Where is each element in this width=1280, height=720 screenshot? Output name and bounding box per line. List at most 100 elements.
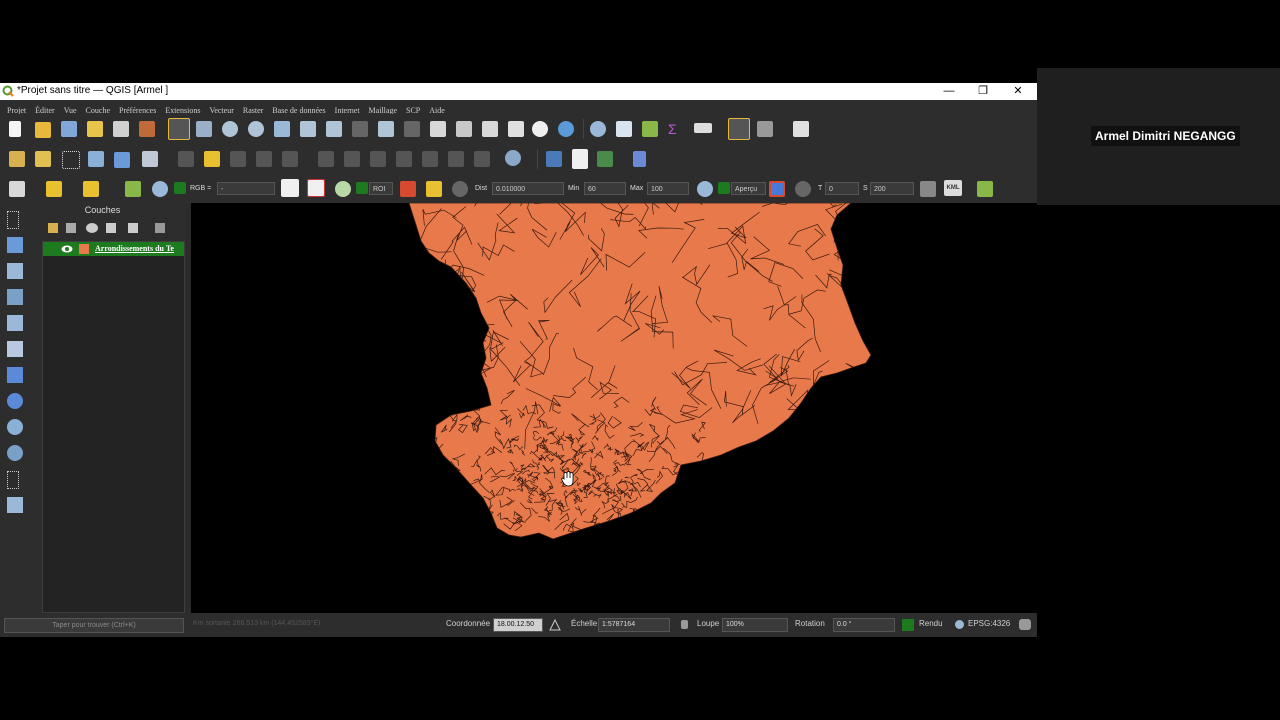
new-project-icon[interactable] [9, 121, 21, 137]
dist-field[interactable]: 0.010000 [492, 182, 564, 195]
digitize-icon[interactable] [62, 151, 80, 169]
add-postgis-icon[interactable] [7, 367, 23, 383]
visibility-eye-icon[interactable] [61, 245, 73, 253]
statistics-icon[interactable]: Σ [668, 121, 684, 137]
minimize-button[interactable]: — [932, 83, 966, 100]
open-project-icon[interactable] [35, 122, 51, 138]
magnifier-field[interactable]: 100% [722, 618, 788, 632]
add-delimited-text-icon[interactable] [7, 289, 23, 305]
split-icon[interactable] [370, 151, 386, 167]
paste-features-icon[interactable] [282, 151, 298, 167]
scp-rgb-toggle-icon[interactable] [174, 182, 186, 194]
new-bookmark-icon[interactable] [482, 121, 498, 137]
close-button[interactable]: ✕ [1001, 83, 1035, 100]
new-shapefile-icon[interactable] [7, 471, 19, 489]
text-annotation-icon[interactable] [793, 121, 809, 137]
field-calculator-icon[interactable] [642, 121, 658, 137]
redo-edit-icon[interactable] [474, 151, 490, 167]
style-manager-icon[interactable] [139, 121, 155, 137]
open-layer-styling-icon[interactable] [48, 223, 58, 233]
scp-zoom-preview-icon[interactable] [697, 181, 713, 197]
new-3d-view-icon[interactable] [456, 121, 472, 137]
render-checkbox[interactable] [902, 619, 914, 631]
t-field[interactable]: 0 [825, 182, 859, 195]
cut-features-icon[interactable] [230, 151, 246, 167]
rotation-field[interactable]: 0.0 ° [833, 618, 895, 632]
save-project-icon[interactable] [61, 121, 77, 137]
redo-icon[interactable] [344, 151, 360, 167]
scp-spectral-icon[interactable] [281, 179, 299, 197]
zoom-to-layer-icon[interactable] [326, 121, 342, 137]
add-group-icon[interactable] [66, 223, 76, 233]
zoom-last-icon[interactable] [378, 121, 394, 137]
apercu-button[interactable]: Aperçu [731, 182, 766, 195]
coordinate-field[interactable]: 18.00.12.50 [493, 618, 543, 632]
cpv-plugin-icon[interactable] [572, 149, 588, 169]
add-mesh-layer-icon[interactable] [7, 263, 23, 279]
deselect-icon[interactable] [46, 181, 62, 197]
scp-preview-icon[interactable] [769, 181, 785, 197]
add-wfs-icon[interactable] [7, 419, 23, 435]
refresh-icon[interactable] [558, 121, 574, 137]
scp-tools-icon[interactable] [920, 181, 936, 197]
add-wcs-icon[interactable] [7, 445, 23, 461]
scp-dock-icon[interactable] [977, 181, 993, 197]
filter-legend-icon[interactable] [106, 223, 116, 233]
merge-icon[interactable] [396, 151, 412, 167]
apercu-toggle-icon[interactable] [718, 182, 730, 194]
undo-edit-icon[interactable] [448, 151, 464, 167]
restore-button[interactable]: ❐ [966, 83, 1000, 100]
pencil-icon[interactable] [204, 151, 220, 167]
scp-band-set-icon[interactable] [125, 181, 141, 197]
filter-expression-icon[interactable] [128, 223, 138, 233]
new-map-view-icon[interactable] [430, 121, 446, 137]
zoom-native-icon[interactable] [352, 121, 368, 137]
s-field[interactable]: 200 [870, 182, 914, 195]
select-annotation-icon[interactable] [757, 121, 773, 137]
rgb-combo[interactable]: - [217, 182, 275, 195]
rotate-icon[interactable] [422, 151, 438, 167]
lock-scale-icon[interactable] [681, 620, 688, 629]
manage-visibility-icon[interactable] [86, 223, 98, 233]
roi-toggle-icon[interactable] [356, 182, 368, 194]
modify-attributes-icon[interactable] [142, 151, 158, 167]
delete-selected-icon[interactable] [178, 151, 194, 167]
layout-manager-icon[interactable] [113, 121, 129, 137]
pan-to-selection-icon[interactable] [196, 121, 212, 137]
zoom-in-icon[interactable] [222, 121, 238, 137]
zoom-to-selection-icon[interactable] [300, 121, 316, 137]
processing-plugin-icon[interactable] [597, 151, 613, 167]
temporal-controller-icon[interactable] [532, 121, 548, 137]
map-canvas[interactable] [191, 203, 1037, 613]
kml-export-icon[interactable]: KML [944, 180, 962, 196]
zoom-out-icon[interactable] [248, 121, 264, 137]
roi-redo-icon[interactable] [452, 181, 468, 197]
show-bookmarks-icon[interactable] [508, 121, 524, 137]
min-field[interactable]: 60 [584, 182, 626, 195]
undo-icon[interactable] [318, 151, 334, 167]
roi-create-icon[interactable] [400, 181, 416, 197]
new-print-layout-icon[interactable] [87, 121, 103, 137]
locator-search-input[interactable]: Taper pour trouver (Ctrl+K) [4, 618, 184, 633]
zoom-full-icon[interactable] [274, 121, 290, 137]
max-field[interactable]: 100 [647, 182, 689, 195]
add-spatialite-icon[interactable] [7, 341, 23, 357]
crs-globe-icon[interactable] [954, 619, 965, 630]
layer-editing-icon[interactable] [9, 151, 25, 167]
copy-features-icon[interactable] [256, 151, 272, 167]
roi-label-box[interactable]: ROI [369, 182, 393, 195]
help-icon[interactable] [633, 151, 646, 167]
region-polygon[interactable] [408, 203, 872, 540]
messages-icon[interactable] [1019, 619, 1031, 630]
toggle-extent-icon[interactable] [549, 619, 561, 631]
scp-redo-preview-icon[interactable] [795, 181, 811, 197]
add-wms-icon[interactable] [7, 393, 23, 409]
add-vector-layer-icon[interactable] [7, 211, 19, 229]
select-by-expression-icon[interactable] [83, 181, 99, 197]
measure-line-icon[interactable] [694, 123, 712, 133]
open-attribute-table-icon[interactable] [616, 121, 632, 137]
roi-add-icon[interactable] [426, 181, 442, 197]
db-manager-icon[interactable] [505, 150, 521, 166]
scp-roi-preview-icon[interactable] [335, 181, 351, 197]
add-feature-icon[interactable] [88, 151, 104, 167]
